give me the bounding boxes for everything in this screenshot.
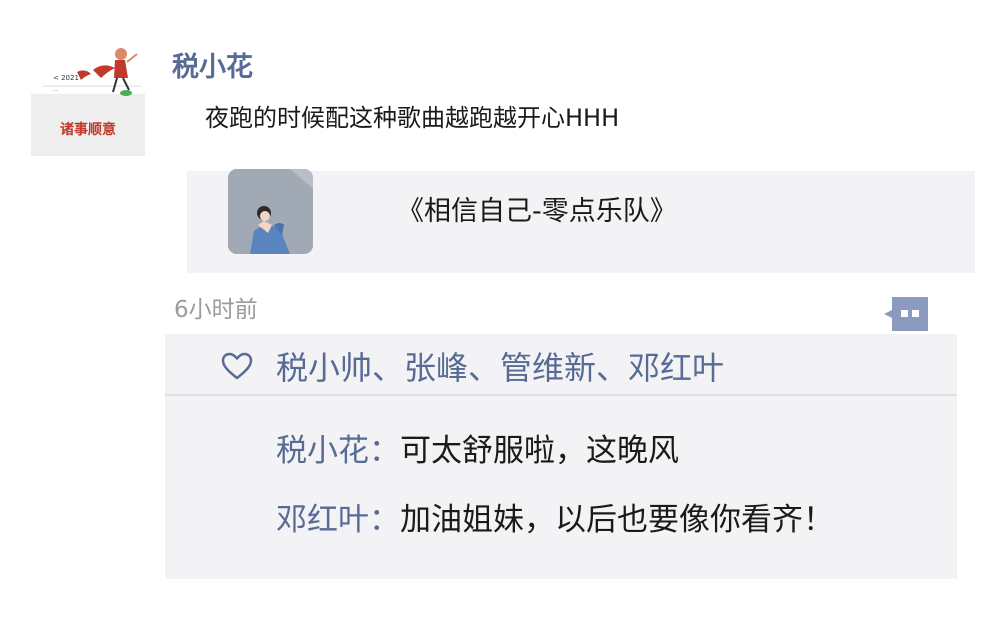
- comment-separator: ：: [369, 502, 400, 538]
- comment-dots-icon: [884, 297, 928, 331]
- comment-author[interactable]: 邓红叶: [276, 502, 369, 538]
- heart-outline-icon: [221, 352, 253, 380]
- post-time: 6小时前: [174, 297, 258, 323]
- avatar-year: < 2021: [53, 74, 79, 82]
- post-text: 夜跑的时候配这种歌曲越跑越开心HHH: [205, 104, 620, 132]
- author-name[interactable]: 税小花: [172, 48, 253, 88]
- avatar-image: < 2021 ···· 诸事顺意: [31, 42, 145, 156]
- comment-text: 加油姐妹，以后也要像你看齐！: [400, 502, 834, 538]
- comment-author[interactable]: 税小花: [276, 433, 369, 469]
- comment-action-button[interactable]: [884, 297, 928, 331]
- comment-item[interactable]: 税小花：可太舒服啦，这晚风: [276, 428, 679, 478]
- avatar-caption: 诸事顺意: [60, 121, 116, 138]
- avatar[interactable]: < 2021 ···· 诸事顺意: [31, 42, 145, 156]
- comment-text: 可太舒服啦，这晚风: [400, 433, 679, 469]
- likes-comments-panel: 税小帅、张峰、管维新、邓红叶 税小花：可太舒服啦，这晚风 邓红叶：加油姐妹，以后…: [165, 334, 957, 579]
- like-names[interactable]: 税小帅、张峰、管维新、邓红叶: [276, 346, 724, 390]
- likes-row: 税小帅、张峰、管维新、邓红叶: [165, 334, 957, 396]
- music-cover-image: [228, 169, 313, 254]
- music-share-card[interactable]: 《相信自己-零点乐队》: [187, 169, 975, 273]
- comment-separator: ：: [369, 433, 400, 469]
- comment-item[interactable]: 邓红叶：加油姐妹，以后也要像你看齐！: [276, 497, 834, 547]
- music-title: 《相信自己-零点乐队》: [397, 196, 677, 227]
- svg-text:····: ····: [53, 88, 58, 93]
